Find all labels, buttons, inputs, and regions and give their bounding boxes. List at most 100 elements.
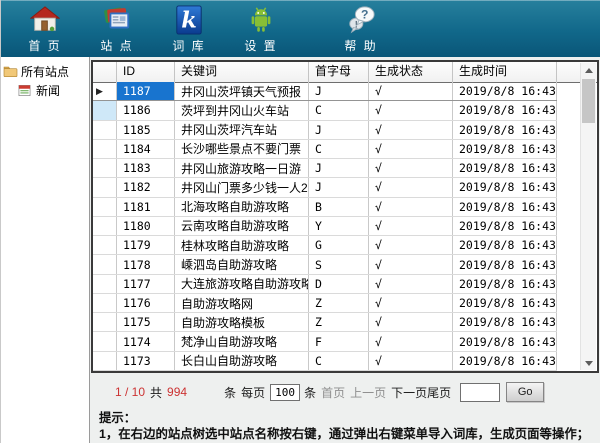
cell-initial[interactable]: G [309, 236, 369, 254]
cell-initial[interactable]: J [309, 178, 369, 196]
cell-keyword[interactable]: 长白山自助游攻略 [175, 352, 309, 370]
cell-time[interactable]: 2019/8/8 16:43 [453, 159, 557, 177]
cell-initial[interactable]: Z [309, 313, 369, 331]
cell-keyword[interactable]: 梵净山自助游攻略 [175, 332, 309, 350]
header-time[interactable]: 生成时间 [453, 62, 557, 82]
cell-id[interactable]: 1180 [117, 217, 175, 235]
cell-time[interactable]: 2019/8/8 16:43 [453, 198, 557, 216]
cell-time[interactable]: 2019/8/8 16:43 [453, 82, 557, 100]
table-row[interactable]: 1179桂林攻略自助游攻略G√2019/8/8 16:43 [93, 236, 557, 255]
cell-keyword[interactable]: 自助游攻略网 [175, 294, 309, 312]
row-selector[interactable] [93, 121, 117, 139]
cell-status[interactable]: √ [369, 294, 453, 312]
cell-keyword[interactable]: 长沙哪些景点不要门票 [175, 140, 309, 158]
table-row[interactable]: 1176自助游攻略网Z√2019/8/8 16:43 [93, 294, 557, 313]
last-page-link[interactable]: 尾页 [427, 384, 451, 401]
table-row[interactable]: 1185井冈山茨坪汽车站J√2019/8/8 16:43 [93, 121, 557, 140]
cell-keyword[interactable]: 井冈山旅游攻略一日游 [175, 159, 309, 177]
cell-id[interactable]: 1186 [117, 101, 175, 119]
table-row[interactable]: 1182井冈山门票多少钱一人2019J√2019/8/8 16:43 [93, 178, 557, 197]
cell-id[interactable]: 1178 [117, 255, 175, 273]
row-selector[interactable] [93, 255, 117, 273]
cell-keyword[interactable]: 自助游攻略模板 [175, 313, 309, 331]
cell-keyword[interactable]: 井冈山门票多少钱一人2019 [175, 178, 309, 196]
toolbar-button-lexicon[interactable]: k 词 库 [157, 0, 221, 57]
cell-initial[interactable]: D [309, 275, 369, 293]
cell-id[interactable]: 1179 [117, 236, 175, 254]
cell-status[interactable]: √ [369, 352, 453, 370]
cell-status[interactable]: √ [369, 332, 453, 350]
row-selector[interactable] [93, 275, 117, 293]
header-status[interactable]: 生成状态 [369, 62, 453, 82]
cell-id[interactable]: 1175 [117, 313, 175, 331]
cell-time[interactable]: 2019/8/8 16:43 [453, 101, 557, 119]
cell-keyword[interactable]: 云南攻略自助游攻略 [175, 217, 309, 235]
cell-keyword[interactable]: 茨坪到井冈山火车站 [175, 101, 309, 119]
cell-initial[interactable]: C [309, 140, 369, 158]
cell-time[interactable]: 2019/8/8 16:43 [453, 275, 557, 293]
cell-time[interactable]: 2019/8/8 16:43 [453, 121, 557, 139]
table-row[interactable]: 1180云南攻略自助游攻略Y√2019/8/8 16:43 [93, 217, 557, 236]
cell-id[interactable]: 1183 [117, 159, 175, 177]
cell-initial[interactable]: J [309, 121, 369, 139]
table-row[interactable]: 1175自助游攻略模板Z√2019/8/8 16:43 [93, 313, 557, 332]
row-selector[interactable] [93, 236, 117, 254]
cell-time[interactable]: 2019/8/8 16:43 [453, 255, 557, 273]
cell-id[interactable]: 1173 [117, 352, 175, 370]
cell-status[interactable]: √ [369, 217, 453, 235]
next-page-link[interactable]: 下一页 [391, 384, 427, 401]
cell-initial[interactable]: Z [309, 294, 369, 312]
table-row[interactable]: 1186茨坪到井冈山火车站C√2019/8/8 16:43 [93, 101, 557, 120]
toolbar-button-sites[interactable]: 站 点 [85, 0, 149, 57]
cell-initial[interactable]: C [309, 101, 369, 119]
scroll-down-icon[interactable] [581, 356, 596, 370]
header-id[interactable]: ID [117, 62, 175, 82]
header-keyword[interactable]: 关键词 [175, 62, 309, 82]
row-selector[interactable] [93, 178, 117, 196]
goto-page-input[interactable] [460, 383, 500, 402]
cell-time[interactable]: 2019/8/8 16:43 [453, 332, 557, 350]
cell-status[interactable]: √ [369, 313, 453, 331]
table-row[interactable]: 1181北海攻略自助游攻略B√2019/8/8 16:43 [93, 198, 557, 217]
toolbar-button-home[interactable]: 首 页 [13, 0, 77, 57]
table-row[interactable]: 1184长沙哪些景点不要门票C√2019/8/8 16:43 [93, 140, 557, 159]
row-selector[interactable] [93, 140, 117, 158]
cell-status[interactable]: √ [369, 178, 453, 196]
table-row[interactable]: 1183井冈山旅游攻略一日游J√2019/8/8 16:43 [93, 159, 557, 178]
cell-time[interactable]: 2019/8/8 16:43 [453, 178, 557, 196]
cell-time[interactable]: 2019/8/8 16:43 [453, 352, 557, 370]
tree-item-news[interactable]: 新闻 [16, 81, 89, 100]
cell-keyword[interactable]: 桂林攻略自助游攻略 [175, 236, 309, 254]
cell-id[interactable]: 1182 [117, 178, 175, 196]
cell-status[interactable]: √ [369, 121, 453, 139]
cell-time[interactable]: 2019/8/8 16:43 [453, 236, 557, 254]
table-row[interactable]: 1178嵊泗岛自助游攻略S√2019/8/8 16:43 [93, 255, 557, 274]
row-selector[interactable] [93, 313, 117, 331]
table-row[interactable]: 1173长白山自助游攻略C√2019/8/8 16:43 [93, 352, 557, 371]
cell-time[interactable]: 2019/8/8 16:43 [453, 294, 557, 312]
row-selector[interactable]: ▶ [93, 82, 117, 100]
cell-initial[interactable]: B [309, 198, 369, 216]
header-initial[interactable]: 首字母 [309, 62, 369, 82]
cell-id[interactable]: 1176 [117, 294, 175, 312]
row-selector[interactable] [93, 101, 117, 119]
row-selector[interactable] [93, 332, 117, 350]
row-selector[interactable] [93, 294, 117, 312]
table-row[interactable]: ▶1187井冈山茨坪镇天气预报J√2019/8/8 16:43 [93, 82, 557, 101]
go-button[interactable]: Go [506, 382, 544, 402]
cell-status[interactable]: √ [369, 82, 453, 100]
per-page-input[interactable] [270, 384, 300, 401]
cell-status[interactable]: √ [369, 101, 453, 119]
table-row[interactable]: 1177大连旅游攻略自助游攻略D√2019/8/8 16:43 [93, 275, 557, 294]
cell-status[interactable]: √ [369, 159, 453, 177]
toolbar-button-help[interactable]: ! ? 帮 助 [329, 0, 393, 57]
cell-initial[interactable]: F [309, 332, 369, 350]
cell-status[interactable]: √ [369, 236, 453, 254]
scroll-up-icon[interactable] [581, 63, 596, 77]
header-row-selector[interactable] [93, 62, 117, 82]
cell-keyword[interactable]: 井冈山茨坪镇天气预报 [175, 82, 309, 100]
cell-id[interactable]: 1181 [117, 198, 175, 216]
cell-initial[interactable]: C [309, 352, 369, 370]
cell-id[interactable]: 1185 [117, 121, 175, 139]
table-row[interactable]: 1174梵净山自助游攻略F√2019/8/8 16:43 [93, 332, 557, 351]
